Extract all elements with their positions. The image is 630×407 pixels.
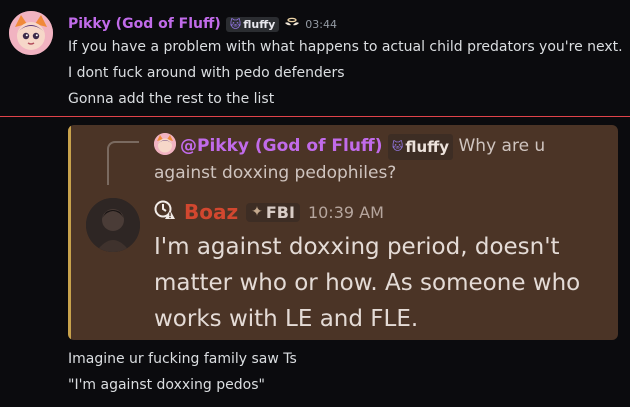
chat-view: Pikky (God of Fluff) 🐱︎ fluffy 03:44 If … xyxy=(0,0,630,407)
author-name[interactable]: Pikky (God of Fluff) xyxy=(68,16,221,32)
new-messages-divider xyxy=(0,116,630,117)
reply-author: @Pikky (God of Fluff) xyxy=(180,136,383,156)
attachment-accent-bar xyxy=(68,125,71,340)
halo-wings-icon xyxy=(284,17,300,32)
fbi-tag-label: FBI xyxy=(265,202,295,222)
message-line: Gonna add the rest to the list xyxy=(68,91,275,107)
message-line: I dont fuck around with pedo defenders xyxy=(68,65,345,81)
reply-spine xyxy=(107,141,139,185)
boaz-author-name: Boaz xyxy=(184,200,239,224)
message-header: Pikky (God of Fluff) 🐱︎ fluffy 03:44 xyxy=(68,14,337,34)
message-line: Imagine ur fucking family saw Ts xyxy=(68,351,297,367)
server-tag-label: fluffy xyxy=(243,17,276,31)
reply-server-tag: 🐱︎ fluffy xyxy=(387,134,454,160)
fbi-server-tag: ✦ FBI xyxy=(246,202,300,222)
boaz-message-text: I'm against doxxing period, doesn't matt… xyxy=(154,234,581,332)
clock-alert-icon xyxy=(154,200,176,225)
boaz-timestamp: 10:39 AM xyxy=(307,202,384,222)
message-timestamp: 03:44 xyxy=(305,17,337,31)
reply-preview: @Pikky (God of Fluff) 🐱︎ fluffy Why are u… xyxy=(154,133,604,186)
server-tag[interactable]: 🐱︎ fluffy xyxy=(225,16,280,32)
avatar-image xyxy=(9,11,53,55)
avatar[interactable] xyxy=(9,11,53,55)
cat-face-icon: 🐱︎ xyxy=(391,140,404,153)
cat-face-icon: 🐱︎ xyxy=(229,17,242,31)
boaz-avatar xyxy=(86,198,140,252)
boaz-message-header: Boaz ✦ FBI 10:39 AM xyxy=(154,197,384,227)
message-line: "I'm against doxxing pedos" xyxy=(68,377,265,393)
reply-avatar xyxy=(154,133,176,155)
image-attachment[interactable]: @Pikky (God of Fluff) 🐱︎ fluffy Why are u… xyxy=(68,125,618,340)
message-line: If you have a problem with what happens … xyxy=(68,39,623,55)
reply-server-tag-label: fluffy xyxy=(405,138,450,156)
shield-emblem-icon: ✦ xyxy=(251,204,263,220)
